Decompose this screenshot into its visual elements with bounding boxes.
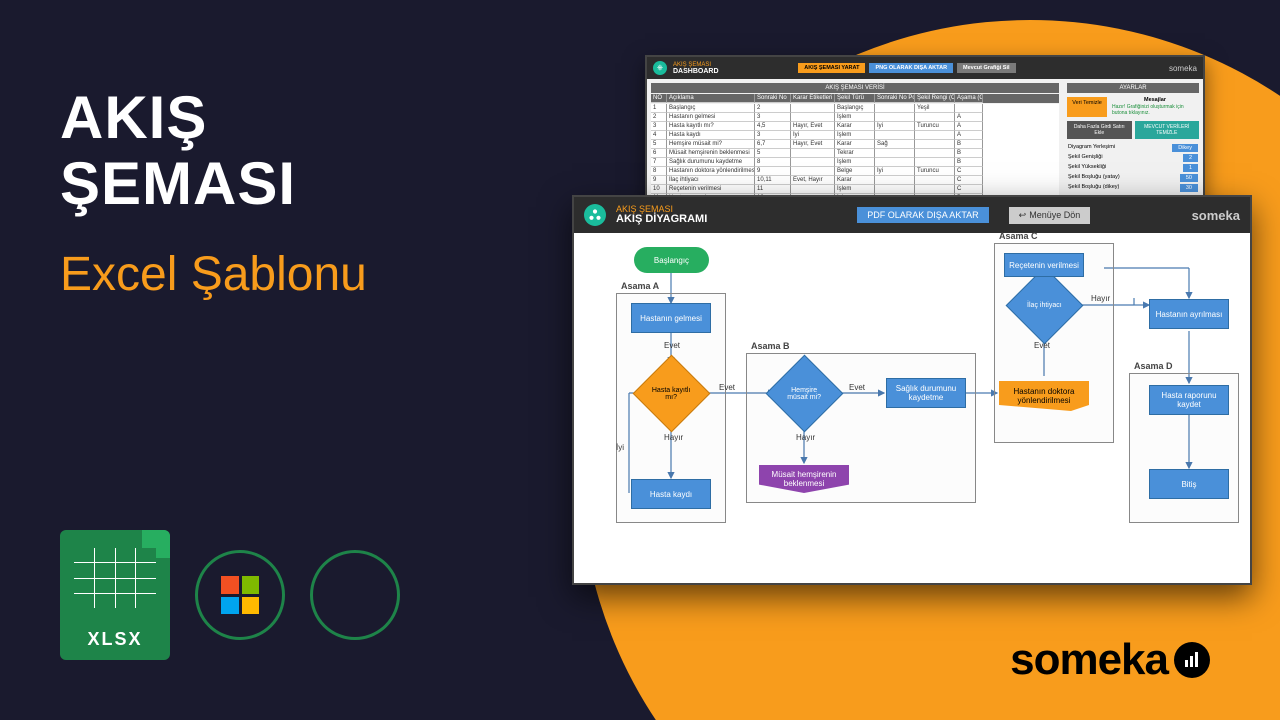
brand-logo: someka <box>1010 635 1210 685</box>
flowchart-header: AKIŞ ŞEMASI AKIŞ DİYAGRAMI PDF OLARAK DI… <box>574 197 1250 233</box>
subtitle: Excel Şablonu <box>60 247 367 302</box>
xlsx-file-icon: XLSX <box>60 530 170 660</box>
col-no: NO <box>651 94 667 103</box>
setting-value[interactable]: Dikey <box>1172 144 1198 152</box>
clear-data-button[interactable]: Veri Temizle <box>1067 97 1107 117</box>
table-row[interactable]: 3Hasta kayıtlı mı?4,5Hayır, EvetKararİyi… <box>651 122 1059 131</box>
table-row[interactable]: 6Müsait hemşirenin beklenmesi5TekrarB <box>651 149 1059 158</box>
edge-evet-3: Evet <box>849 383 865 392</box>
col-color: Şekil Rengi (Opsiyonel) <box>915 94 955 103</box>
page-name-small: DASHBOARD <box>673 68 719 75</box>
col-pos: Sonraki No Pozisyonu <box>875 94 915 103</box>
node-register-patient[interactable]: Hasta kaydı <box>631 479 711 509</box>
spreadsheet-grid-icon <box>74 548 156 608</box>
back-button-label: Menüye Dön <box>1029 210 1080 220</box>
col-stage: Aşama (Opsiyonel) <box>955 94 983 103</box>
windows-badge <box>195 550 285 640</box>
node-patient-leaves[interactable]: Hastanın ayrılması <box>1149 299 1229 329</box>
xlsx-label: XLSX <box>60 629 170 650</box>
settings-rows: Diyagram YerleşimiDikeyŞekil Genişliği2Ş… <box>1067 143 1199 193</box>
screenshot-flowchart: AKIŞ ŞEMASI AKIŞ DİYAGRAMI PDF OLARAK DI… <box>572 195 1252 585</box>
table-row[interactable]: 5Hemşire müsait mi?6,7Hayır, EvetKararSa… <box>651 140 1059 149</box>
add-rows-button[interactable]: Daha Fazla Girdi Satırı Ekle <box>1067 121 1132 139</box>
col-shape: Şekil Türü <box>835 94 875 103</box>
table-row[interactable]: 1Başlangıç2BaşlangıçYeşil <box>651 104 1059 113</box>
edge-hayir-1: Hayır <box>664 433 683 442</box>
setting-value[interactable]: 50 <box>1180 174 1198 182</box>
table-row[interactable]: 8Hastanın doktora yönlendirilmesi9Belgeİ… <box>651 167 1059 176</box>
app-logo-icon: ⎈ <box>653 61 667 75</box>
settings-panel: AYARLAR Veri Temizle Mesajlar Hazır! Gra… <box>1063 79 1203 213</box>
table-header-row: NO Açıklama Sonraki No Karar Etiketleri … <box>651 94 1059 103</box>
node-end[interactable]: Bitiş <box>1149 469 1229 499</box>
table-row[interactable]: 4Hasta kaydı3İyiİşlemA <box>651 131 1059 140</box>
node-record-health[interactable]: Sağlık durumunu kaydetme <box>886 378 966 408</box>
edge-hayir-3: Hayır <box>1091 294 1110 303</box>
page-name: AKIŞ DİYAGRAMI <box>616 214 707 225</box>
setting-value[interactable]: 30 <box>1180 184 1198 192</box>
col-next: Sonraki No <box>755 94 791 103</box>
edge-iyi: İyi <box>616 443 624 452</box>
lane-a-label: Asama A <box>621 281 659 291</box>
brand-small: someka <box>1169 64 1197 73</box>
table-title: AKIŞ ŞEMASI VERİSİ <box>651 83 1059 93</box>
export-pdf-button[interactable]: PDF OLARAK DIŞA AKTAR <box>857 207 988 223</box>
edge-hayir-2: Hayır <box>796 433 815 442</box>
col-labels: Karar Etiketleri <box>791 94 835 103</box>
dashboard-header: ⎈ AKIŞ ŞEMASI DASHBOARD AKIŞ ŞEMASI YARA… <box>647 57 1203 79</box>
lane-d-label: Asama D <box>1134 361 1173 371</box>
title-block: AKIŞ ŞEMASI Excel Şablonu <box>60 85 367 302</box>
flowchart-canvas: Asama A Asama B Asama C Asama D Başlangı… <box>574 233 1250 583</box>
setting-value[interactable]: 1 <box>1183 164 1198 172</box>
screenshot-dashboard: ⎈ AKIŞ ŞEMASI DASHBOARD AKIŞ ŞEMASI YARA… <box>645 55 1205 215</box>
clear-all-button[interactable]: MEVCUT VERİLERİ TEMİZLE <box>1135 121 1200 139</box>
edge-evet-4: Evet <box>1034 341 1050 350</box>
lane-c-label: Asama C <box>999 231 1038 241</box>
col-desc: Açıklama <box>667 94 755 103</box>
settings-title: AYARLAR <box>1067 83 1199 93</box>
setting-row: Şekil Genişliği2 <box>1067 153 1199 163</box>
table-row[interactable]: 7Sağlık durumunu kaydetme8İşlemB <box>651 158 1059 167</box>
setting-row: Diyagram YerleşimiDikey <box>1067 143 1199 153</box>
brand-flowchart: someka <box>1192 208 1240 223</box>
setting-row: Şekil Boşluğu (yatay)50 <box>1067 173 1199 183</box>
setting-row: Şekil Yüksekliği1 <box>1067 163 1199 173</box>
create-chart-button[interactable]: AKIŞ ŞEMASI YARAT <box>798 63 865 73</box>
export-png-button[interactable]: PNG OLARAK DIŞA AKTAR <box>869 63 953 73</box>
node-patient-arrives[interactable]: Hastanın gelmesi <box>631 303 711 333</box>
edge-evet-2: Evet <box>719 383 735 392</box>
table-row[interactable]: 9İlaç ihtiyacı10,11Evet, HayırKararC <box>651 176 1059 185</box>
status-message: Hazır! Grafiğinizi oluşturmak için buton… <box>1111 103 1199 117</box>
lane-b-label: Asama B <box>751 341 790 351</box>
data-table: AKIŞ ŞEMASI VERİSİ NO Açıklama Sonraki N… <box>647 79 1063 213</box>
xlsx-badge: XLSX <box>60 530 170 660</box>
edge-evet-1: Evet <box>664 341 680 350</box>
setting-value[interactable]: 2 <box>1183 154 1198 162</box>
table-row[interactable]: 10Reçetenin verilmesi11İşlemC <box>651 185 1059 194</box>
windows-icon <box>221 576 259 614</box>
title-line-2: ŞEMASI <box>60 151 367 217</box>
back-to-menu-button[interactable]: ↩ Menüye Dön <box>1009 207 1091 224</box>
table-row[interactable]: 2Hastanın gelmesi3İşlemA <box>651 113 1059 122</box>
setting-row: Şekil Boşluğu (dikey)30 <box>1067 183 1199 193</box>
back-arrow-icon: ↩ <box>1019 210 1027 221</box>
badges-row: XLSX <box>60 530 400 660</box>
brand-chart-icon <box>1174 642 1210 678</box>
apple-badge <box>310 550 400 640</box>
node-start[interactable]: Başlangıç <box>634 247 709 273</box>
node-prescription[interactable]: Reçetenin verilmesi <box>1004 253 1084 277</box>
node-save-report[interactable]: Hasta raporunu kaydet <box>1149 385 1229 415</box>
title-line-1: AKIŞ <box>60 85 367 151</box>
delete-chart-button[interactable]: Mevcut Grafiği Sil <box>957 63 1015 73</box>
app-logo-icon <box>584 204 606 226</box>
brand-text: someka <box>1010 635 1168 685</box>
